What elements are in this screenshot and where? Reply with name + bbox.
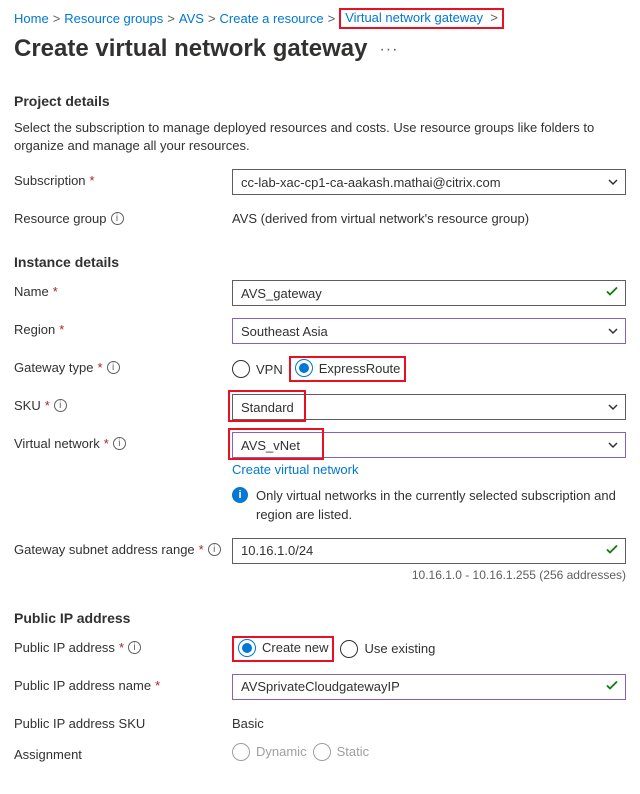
public-ip-name-input[interactable] <box>232 674 626 700</box>
breadcrumb-vng[interactable]: Virtual network gateway <box>345 10 483 25</box>
label-gateway-type: Gateway type* i <box>14 356 232 375</box>
label-subscription: Subscription* <box>14 169 232 188</box>
radio-create-new[interactable]: Create new <box>238 639 328 657</box>
label-region: Region* <box>14 318 232 337</box>
breadcrumb-avs[interactable]: AVS <box>179 11 204 26</box>
label-virtual-network: Virtual network* i <box>14 432 232 451</box>
radio-static: Static <box>313 743 370 761</box>
info-bullet-icon: i <box>232 487 248 503</box>
label-sku: SKU* i <box>14 394 232 413</box>
info-icon[interactable]: i <box>128 641 141 654</box>
info-icon[interactable]: i <box>208 543 221 556</box>
label-assignment: Assignment <box>14 743 232 762</box>
label-public-ip: Public IP address* i <box>14 636 232 655</box>
section-project-details: Project details <box>14 93 626 109</box>
breadcrumb-create-resource[interactable]: Create a resource <box>220 11 324 26</box>
radio-expressroute[interactable]: ExpressRoute <box>295 359 401 377</box>
vnet-hint: Only virtual networks in the currently s… <box>256 487 626 523</box>
create-vnet-link[interactable]: Create virtual network <box>232 462 358 477</box>
check-icon <box>605 678 619 695</box>
label-resource-group: Resource group i <box>14 207 232 226</box>
check-icon <box>605 542 619 559</box>
label-public-ip-name: Public IP address name* <box>14 674 232 693</box>
info-icon[interactable]: i <box>54 399 67 412</box>
radio-use-existing[interactable]: Use existing <box>340 640 435 658</box>
breadcrumb-resource-groups[interactable]: Resource groups <box>64 11 163 26</box>
region-select[interactable]: Southeast Asia <box>232 318 626 344</box>
sku-select[interactable]: Standard <box>232 394 626 420</box>
subnet-range-input[interactable] <box>232 538 626 564</box>
label-name: Name* <box>14 280 232 299</box>
breadcrumb-home[interactable]: Home <box>14 11 49 26</box>
chevron-down-icon <box>607 439 619 451</box>
radio-dynamic: Dynamic <box>232 743 307 761</box>
label-public-ip-sku: Public IP address SKU <box>14 712 232 731</box>
subnet-range-hint: 10.16.1.0 - 10.16.1.255 (256 addresses) <box>232 568 626 582</box>
info-icon[interactable]: i <box>111 212 124 225</box>
section-instance-details: Instance details <box>14 254 626 270</box>
project-details-desc: Select the subscription to manage deploy… <box>14 119 626 155</box>
breadcrumb: Home> Resource groups> AVS> Create a res… <box>14 8 626 29</box>
section-public-ip: Public IP address <box>14 610 626 626</box>
name-input[interactable] <box>232 280 626 306</box>
label-subnet-range: Gateway subnet address range* i <box>14 538 232 557</box>
chevron-down-icon <box>607 401 619 413</box>
info-icon[interactable]: i <box>107 361 120 374</box>
subscription-select[interactable]: cc-lab-xac-cp1-ca-aakash.mathai@citrix.c… <box>232 169 626 195</box>
chevron-down-icon <box>607 325 619 337</box>
virtual-network-select[interactable]: AVS_vNet <box>232 432 626 458</box>
public-ip-sku-value: Basic <box>232 712 626 731</box>
chevron-down-icon <box>607 176 619 188</box>
check-icon <box>605 285 619 302</box>
resource-group-value: AVS (derived from virtual network's reso… <box>232 207 626 226</box>
radio-vpn[interactable]: VPN <box>232 360 283 378</box>
more-actions-icon[interactable]: ··· <box>379 41 398 59</box>
info-icon[interactable]: i <box>113 437 126 450</box>
page-title: Create virtual network gateway <box>14 35 367 63</box>
